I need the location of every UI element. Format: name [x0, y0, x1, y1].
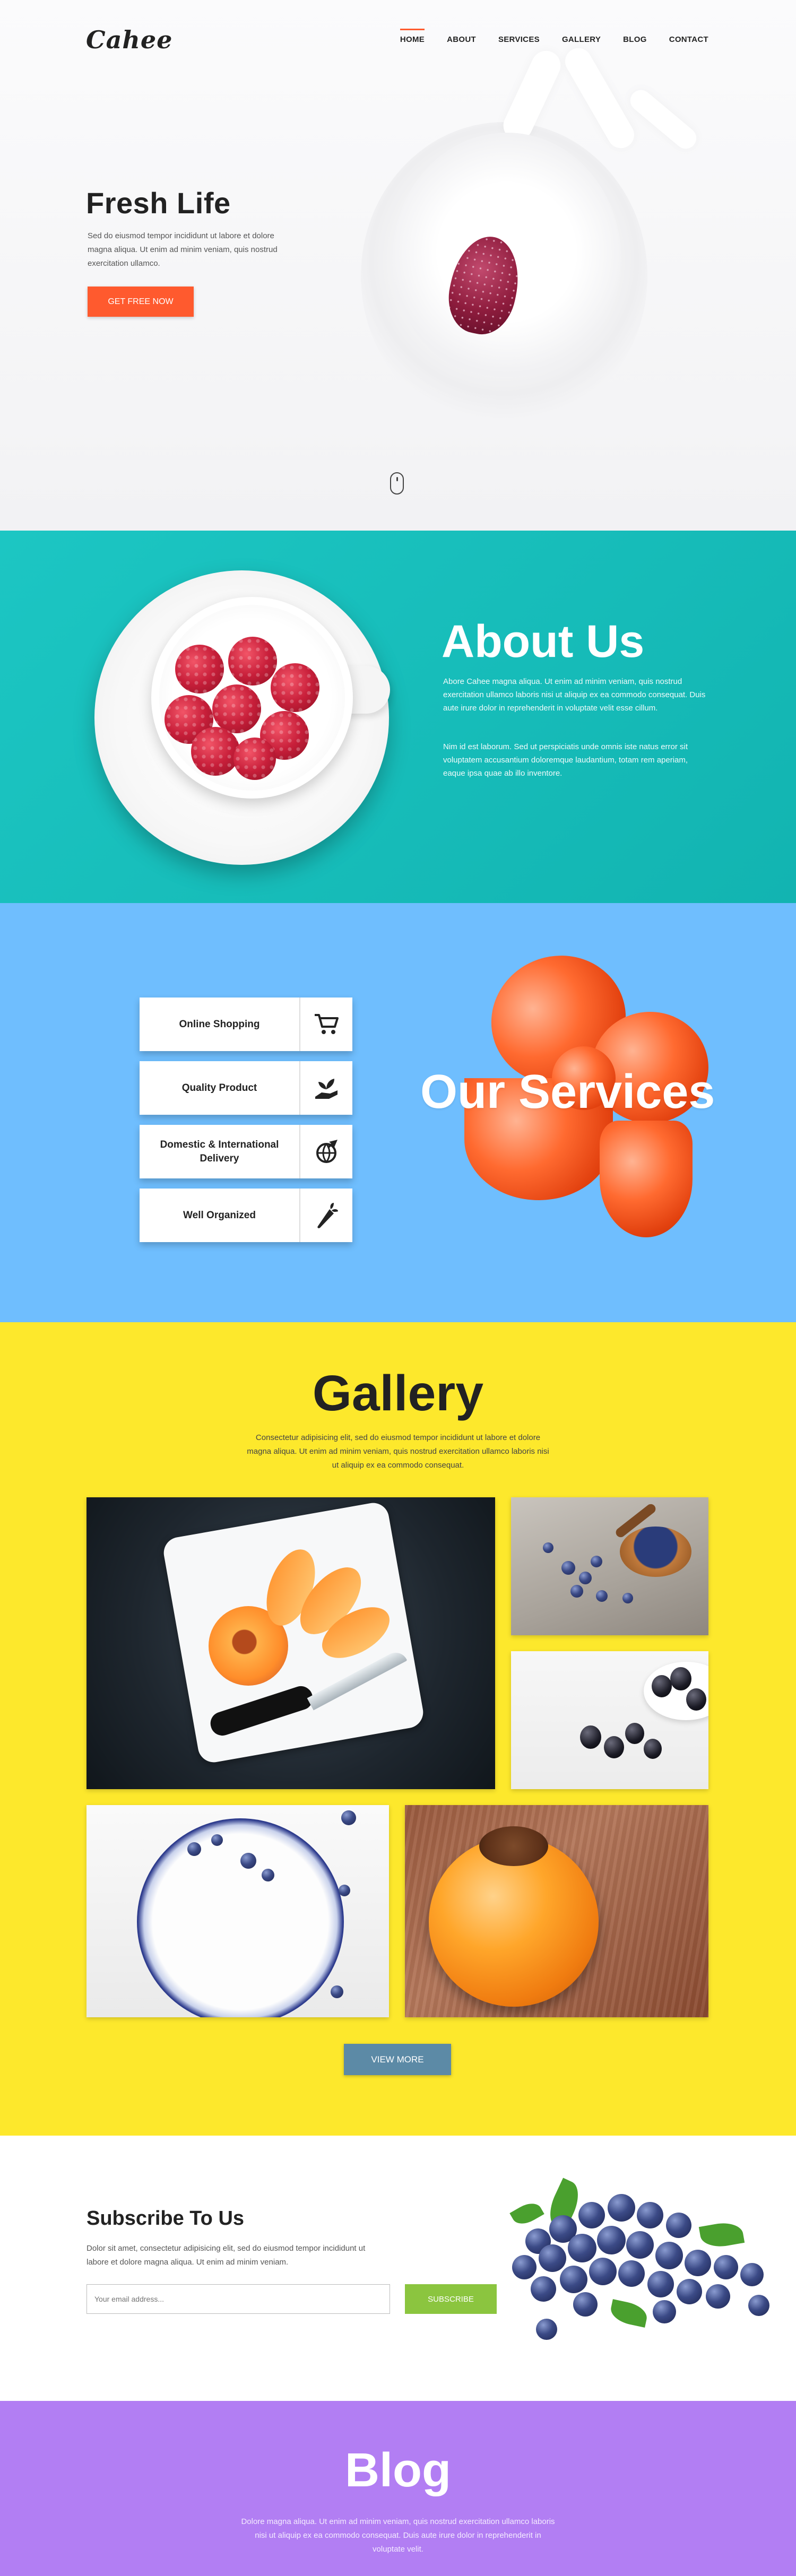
subscribe-title: Subscribe To Us	[86, 2207, 245, 2230]
gallery-text: Consectetur adipisicing elit, sed do eiu…	[247, 1433, 549, 1470]
service-quality-product[interactable]: Quality Product	[140, 1061, 352, 1115]
service-label: Quality Product	[181, 1082, 257, 1094]
globe-plane-icon	[299, 1125, 352, 1178]
raspberry	[191, 727, 240, 776]
gallery-image-persimmon[interactable]	[405, 1805, 708, 2017]
scroll-mouse-icon[interactable]	[390, 472, 404, 495]
nav-gallery[interactable]: GALLERY	[562, 32, 601, 44]
blog-title: Blog	[345, 2444, 451, 2497]
raspberry	[233, 738, 276, 780]
service-label: Well Organized	[183, 1209, 256, 1221]
cart-icon	[299, 998, 352, 1051]
blog-section: Blog Dolore magna aliqua. Ut enim ad min…	[0, 2401, 796, 2576]
service-label: Domestic & International Delivery	[160, 1139, 279, 1164]
subscribe-text: Dolor sit amet, consectetur adipisicing …	[86, 2244, 366, 2267]
nav-home[interactable]: HOME	[400, 29, 425, 44]
carrot-icon	[299, 1189, 352, 1242]
service-delivery[interactable]: Domestic & International Delivery	[140, 1125, 352, 1178]
gallery-image-peach[interactable]	[86, 1497, 495, 1789]
raspberry	[212, 684, 261, 733]
tomato-slice-image	[600, 1121, 693, 1237]
hero-text: Sed do eiusmod tempor incididunt ut labo…	[88, 231, 278, 268]
nav-services[interactable]: SERVICES	[498, 32, 540, 44]
gallery-section: Gallery Consectetur adipisicing elit, se…	[0, 1322, 796, 2136]
service-online-shopping[interactable]: Online Shopping	[140, 998, 352, 1051]
about-section: About Us Abore Cahee magna aliqua. Ut en…	[0, 531, 796, 903]
get-free-now-button[interactable]: GET FREE NOW	[88, 287, 194, 317]
hero-section: Cahee HOME ABOUT SERVICES GALLERY BLOG C…	[0, 0, 796, 531]
hand-plant-icon	[299, 1061, 352, 1115]
gallery-image-yogurt[interactable]	[86, 1805, 389, 2017]
logo[interactable]: Cahee	[86, 25, 172, 54]
raspberry	[175, 645, 224, 693]
service-label: Online Shopping	[179, 1018, 260, 1030]
gallery-image-blueberries[interactable]	[511, 1497, 708, 1635]
email-field[interactable]	[86, 2284, 390, 2314]
raspberry	[228, 637, 277, 686]
hero-title: Fresh Life	[86, 186, 231, 220]
service-well-organized[interactable]: Well Organized	[140, 1189, 352, 1242]
subscribe-button[interactable]: SUBSCRIBE	[405, 2284, 497, 2314]
services-title: Our Services	[420, 1065, 715, 1118]
services-section: Online Shopping Quality Product Domestic…	[0, 903, 796, 1322]
about-paragraph-2: Nim id est laborum. Sed ut perspiciatis …	[443, 742, 688, 778]
subscribe-section: Subscribe To Us Dolor sit amet, consecte…	[0, 2136, 796, 2401]
milk-splash-drop	[626, 85, 701, 153]
gallery-title: Gallery	[312, 1365, 484, 1421]
blog-text: Dolore magna aliqua. Ut enim ad minim ve…	[241, 2517, 555, 2554]
nav-blog[interactable]: BLOG	[623, 32, 647, 44]
raspberry	[271, 663, 319, 712]
about-title: About Us	[442, 616, 645, 667]
gallery-image-blackberries[interactable]	[511, 1651, 708, 1789]
view-more-button[interactable]: VIEW MORE	[344, 2044, 451, 2075]
main-nav: HOME ABOUT SERVICES GALLERY BLOG CONTACT	[378, 29, 708, 44]
about-paragraph-1: Abore Cahee magna aliqua. Ut enim ad min…	[443, 677, 706, 713]
milk-splash-drop	[560, 43, 639, 153]
nav-contact[interactable]: CONTACT	[669, 32, 708, 44]
nav-about[interactable]: ABOUT	[447, 32, 476, 44]
